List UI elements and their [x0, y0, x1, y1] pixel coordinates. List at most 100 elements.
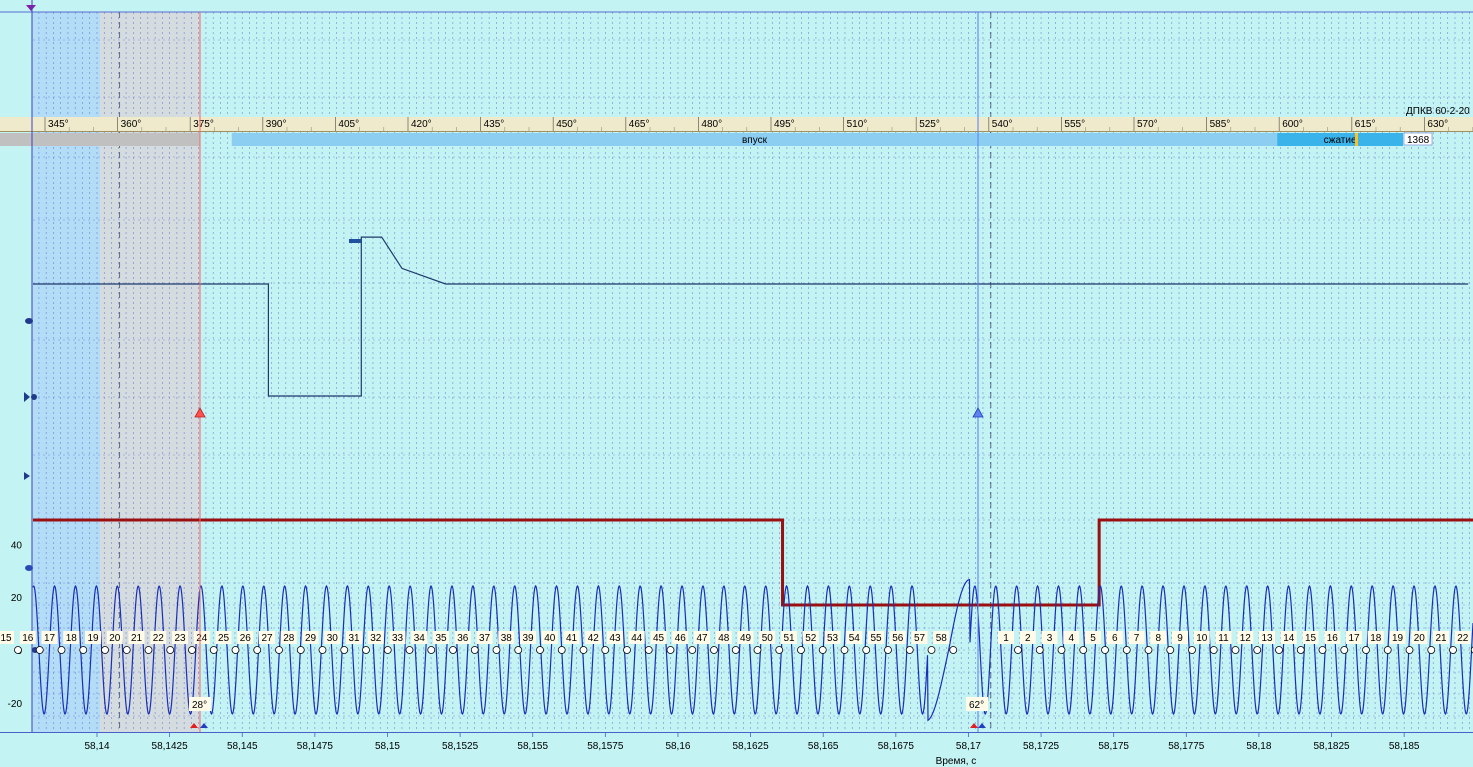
angle-tick-label: 390°: [266, 119, 287, 130]
tooth-marker-icon: [1166, 646, 1175, 654]
tooth-number: 19: [1392, 633, 1404, 644]
x-tick-label: 58,1725: [1023, 741, 1060, 752]
tooth-marker-icon: [449, 646, 457, 654]
angle-tick-label: 540°: [992, 119, 1013, 130]
angle-tick-label: 555°: [1064, 119, 1085, 130]
rpm-value: 1368: [1407, 135, 1430, 146]
tooth-marker-icon: [492, 646, 501, 654]
tooth-number: 50: [762, 633, 774, 644]
y-tick-label: 40: [11, 540, 23, 551]
tooth-number: 20: [1414, 633, 1426, 644]
tooth-marker-icon: [927, 646, 936, 654]
tooth-marker-icon: [1362, 646, 1370, 654]
tooth-number: 57: [914, 633, 926, 644]
tooth-number: 16: [1327, 633, 1339, 644]
tooth-marker-icon: [101, 646, 109, 654]
tooth-number: 46: [675, 633, 687, 644]
tooth-marker-icon: [1231, 646, 1240, 654]
tooth-marker-icon: [35, 646, 44, 654]
tooth-number: 11: [1218, 633, 1229, 644]
tooth-marker-icon: [122, 646, 131, 654]
tooth-number: 51: [783, 633, 795, 644]
tooth-number: 2: [1025, 633, 1031, 644]
tooth-number: 22: [1457, 633, 1469, 644]
tooth-number: 37: [479, 633, 491, 644]
tooth-marker-icon: [188, 646, 196, 654]
tooth-marker-icon: [905, 646, 914, 654]
tooth-marker-icon: [536, 646, 544, 654]
tooth-marker-icon: [1383, 646, 1392, 654]
tooth-number: 21: [1435, 633, 1447, 644]
tooth-marker-icon: [601, 646, 610, 654]
tooth-marker-icon: [57, 646, 66, 654]
tooth-marker-icon: [514, 646, 523, 654]
tooth-marker-icon: [1296, 646, 1305, 654]
angle-tick-label: 405°: [338, 119, 359, 130]
tooth-number: 25: [218, 633, 230, 644]
cursor-blue-label: 62°: [969, 700, 984, 711]
tooth-number: 34: [414, 633, 426, 644]
y-tick-label: -20: [8, 699, 23, 710]
angle-ruler: [0, 117, 1473, 132]
tooth-number: 18: [1370, 633, 1382, 644]
angle-tick-label: 465°: [629, 119, 650, 130]
tooth-marker-icon: [579, 646, 588, 654]
oscilloscope-plot[interactable]: 345° 360° 375° 390° 405° 420° 435° 450° 465° 480°…: [0, 0, 1473, 767]
tooth-number: 44: [631, 633, 643, 644]
tooth-marker-icon: [383, 646, 392, 654]
tooth-number: 5: [1090, 633, 1096, 644]
x-axis-label: Время, с: [936, 756, 977, 767]
angle-tick-label: 570°: [1137, 119, 1158, 130]
tooth-marker-icon: [1014, 646, 1022, 654]
tooth-marker-icon: [470, 646, 479, 654]
y-tick-label: 20: [11, 593, 23, 604]
angle-tick-label: 615°: [1355, 119, 1376, 130]
x-tick-label: 58,1425: [152, 741, 189, 752]
tooth-marker-icon: [1101, 646, 1109, 654]
tooth-number: 47: [696, 633, 708, 644]
angle-tick-label: 585°: [1210, 119, 1231, 130]
angle-tick-label: 525°: [919, 119, 940, 130]
x-tick-label: 58,1775: [1168, 741, 1205, 752]
cursor-red-label: 28°: [192, 700, 207, 711]
tooth-number: 58: [936, 633, 948, 644]
x-tick-label: 58,1625: [733, 741, 770, 752]
angle-tick-label: 345°: [48, 119, 69, 130]
channel-marker-icon[interactable]: [25, 318, 33, 324]
tooth-number: 9: [1177, 633, 1183, 644]
angle-tick-label: 360°: [121, 119, 142, 130]
x-tick-label: 58,16: [665, 741, 690, 752]
tooth-marker-icon: [688, 646, 697, 654]
x-tick-label: 58,1575: [587, 741, 624, 752]
tooth-number: 21: [131, 633, 143, 644]
tooth-marker-icon: [1318, 646, 1327, 654]
tooth-number: 20: [109, 633, 121, 644]
angle-tick-label: 435°: [484, 119, 505, 130]
tooth-marker-icon: [296, 646, 305, 654]
tooth-number: 49: [740, 633, 752, 644]
tooth-number: 26: [240, 633, 252, 644]
tooth-marker-icon: [731, 646, 740, 654]
tooth-number: 53: [827, 633, 839, 644]
phase-marker: [1355, 133, 1358, 146]
phase-label: сжатие: [1324, 135, 1357, 146]
tooth-number: 15: [1305, 633, 1317, 644]
angle-tick-label: 600°: [1282, 119, 1303, 130]
tooth-number: 24: [196, 633, 208, 644]
tooth-number: 3: [1047, 633, 1053, 644]
tooth-number: 6: [1112, 633, 1118, 644]
tooth-marker-icon: [318, 646, 327, 654]
sensor-label: ДПКВ 60-2-20: [1406, 106, 1470, 117]
tooth-marker-icon: [666, 646, 675, 654]
tooth-marker-icon: [1449, 646, 1457, 654]
tooth-number: 30: [327, 633, 339, 644]
channel-marker-icon[interactable]: [25, 565, 33, 571]
phase-bar-gray: [0, 133, 200, 146]
tooth-number: 10: [1196, 633, 1208, 644]
tooth-number: 19: [87, 633, 99, 644]
tooth-number: 39: [522, 633, 534, 644]
tooth-number: 41: [566, 633, 578, 644]
tooth-number: 52: [805, 633, 817, 644]
tooth-number: 38: [501, 633, 513, 644]
angle-tick-label: 495°: [774, 119, 795, 130]
